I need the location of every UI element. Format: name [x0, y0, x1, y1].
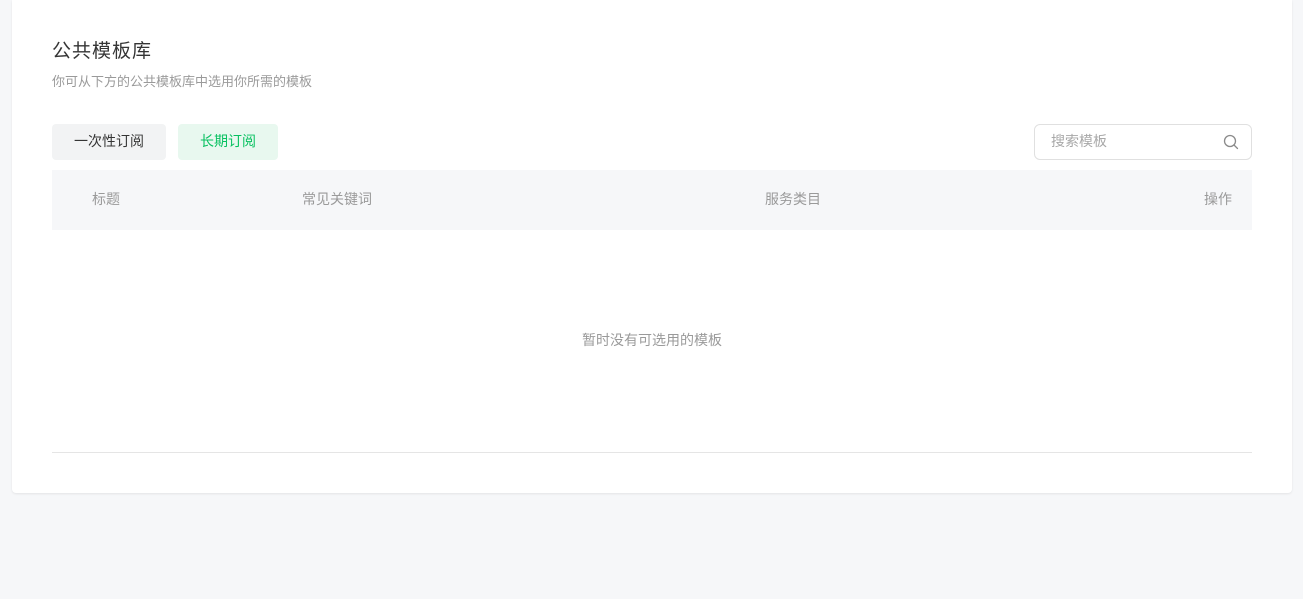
- column-header-action: 操作: [1204, 192, 1232, 208]
- tab-long-term-subscription[interactable]: 长期订阅: [178, 124, 278, 160]
- search-box: [1034, 124, 1252, 160]
- search-input[interactable]: [1051, 125, 1211, 159]
- search-icon[interactable]: [1223, 134, 1239, 150]
- table-bottom-divider: [52, 452, 1252, 453]
- table-header: 标题 常见关键词 服务类目 操作: [52, 170, 1252, 230]
- tab-one-time-subscription[interactable]: 一次性订阅: [52, 124, 166, 160]
- empty-state-text: 暂时没有可选用的模板: [582, 333, 722, 349]
- column-header-title: 标题: [92, 192, 120, 208]
- column-header-keywords: 常见关键词: [302, 192, 372, 208]
- page-subtitle: 你可从下方的公共模板库中选用你所需的模板: [52, 75, 313, 90]
- page-title: 公共模板库: [52, 40, 153, 62]
- template-library-card: 公共模板库 你可从下方的公共模板库中选用你所需的模板 一次性订阅 长期订阅 标题…: [12, 0, 1292, 493]
- column-header-category: 服务类目: [765, 192, 821, 208]
